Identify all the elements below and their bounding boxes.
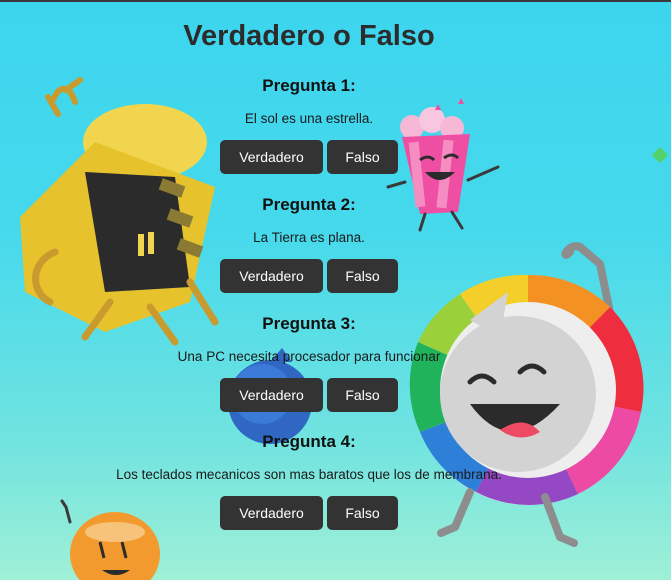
true-button[interactable]: Verdadero [220,140,323,174]
question-block-2: Pregunta 2: La Tierra es plana. Verdader… [0,194,618,293]
answer-buttons: Verdadero Falso [0,140,618,174]
question-block-1: Pregunta 1: El sol es una estrella. Verd… [0,75,618,174]
question-heading: Pregunta 1: [262,76,356,95]
answer-buttons: Verdadero Falso [0,496,618,530]
question-text: Los teclados mecanicos son mas baratos q… [116,467,502,482]
true-button[interactable]: Verdadero [220,378,323,412]
question-text: Una PC necesita procesador para funciona… [177,349,441,364]
false-button[interactable]: Falso [327,259,398,293]
question-block-4: Pregunta 4: Los teclados mecanicos son m… [0,431,618,530]
green-spark-shape [652,147,668,163]
true-button[interactable]: Verdadero [220,496,323,530]
answer-buttons: Verdadero Falso [0,259,618,293]
false-button[interactable]: Falso [327,496,398,530]
false-button[interactable]: Falso [327,378,398,412]
true-button[interactable]: Verdadero [220,259,323,293]
question-heading: Pregunta 4: [262,432,356,451]
answer-buttons: Verdadero Falso [0,378,618,412]
page-title: Verdadero o Falso [183,20,435,52]
question-heading: Pregunta 2: [262,195,356,214]
question-heading: Pregunta 3: [262,314,356,333]
question-block-3: Pregunta 3: Una PC necesita procesador p… [0,313,618,412]
question-text: La Tierra es plana. [253,230,365,245]
question-text: El sol es una estrella. [244,111,374,126]
false-button[interactable]: Falso [327,140,398,174]
